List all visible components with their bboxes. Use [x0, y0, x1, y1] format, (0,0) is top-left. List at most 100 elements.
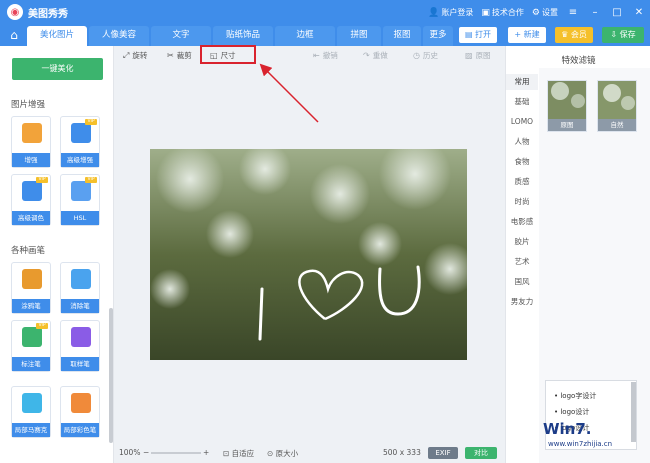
undo-button[interactable]: ⇤ 撤销 [313, 49, 338, 63]
user-icon: 👤 [428, 7, 440, 18]
filter-category[interactable]: 电影感 [506, 214, 538, 230]
tool-tile[interactable]: 增强 [11, 116, 51, 168]
tool-label: 标注笔 [12, 357, 50, 371]
crop-button[interactable]: ✂ 裁剪 [167, 49, 192, 63]
filter-category[interactable]: 人物 [506, 134, 538, 150]
history-label: 历史 [422, 51, 438, 60]
annotation-arrow [259, 63, 319, 123]
watermark-logo: Win7. [543, 420, 592, 438]
popup-item[interactable]: • logo设计 [554, 407, 589, 417]
save-button[interactable]: ⇩ 保存 [602, 27, 644, 43]
tab-frames[interactable]: 边框 [275, 26, 335, 46]
maximize-icon[interactable]: □ [610, 7, 624, 18]
sliders-icon [71, 181, 91, 201]
title-bar-right: 👤 账户登录 ▣ 技术合作 ⚙ 设置 ≡ – □ ✕ [428, 0, 646, 24]
zoom-out-icon[interactable]: − [143, 448, 149, 457]
new-button[interactable]: + 新建 [508, 27, 546, 43]
settings-link[interactable]: ⚙ 设置 [532, 7, 558, 18]
compare-button[interactable]: 对比 [465, 447, 497, 459]
filter-thumb-natural[interactable]: 自然 [597, 80, 637, 132]
title-bar: ◉ 美图秀秀 👤 账户登录 ▣ 技术合作 ⚙ 设置 ≡ – □ ✕ [0, 0, 650, 24]
scissors-icon: ✂ [167, 51, 174, 60]
vip-label: 会员 [570, 30, 587, 39]
history-button[interactable]: ◷ 历史 [413, 49, 438, 63]
minimize-icon[interactable]: – [588, 7, 602, 18]
one-click-beautify-button[interactable]: 一键美化 [12, 58, 103, 80]
filter-category[interactable]: 基础 [506, 94, 538, 110]
tool-tile[interactable]: VIP 标注笔 [11, 320, 51, 372]
left-sidebar: 一键美化 图片增强 各种画笔 增强 VIP 高级增强 VIP 高级调色 VIP HSL 涂鸦笔… [0, 46, 114, 463]
tab-cutout[interactable]: 抠图 [383, 26, 421, 46]
filter-thumb-image [548, 81, 586, 121]
zoom-level: 100% [119, 448, 141, 457]
filter-thumb-label: 原图 [548, 119, 586, 131]
filter-category[interactable]: 常用 [506, 74, 538, 90]
tool-tile[interactable]: 涂鸦笔 [11, 262, 51, 314]
close-icon[interactable]: ✕ [632, 7, 646, 18]
tool-tile[interactable]: VIP 高级增强 [60, 116, 100, 168]
redo-button[interactable]: ↷ 重做 [363, 49, 388, 63]
tool-tile[interactable]: 消除笔 [60, 262, 100, 314]
settings-label: 设置 [542, 7, 558, 17]
login-label: 账户登录 [441, 7, 474, 17]
watermark-site: www.win7zhijia.cn [548, 440, 613, 448]
partner-link[interactable]: ▣ 技术合作 [481, 7, 524, 18]
exif-button[interactable]: EXIF [428, 447, 458, 459]
tool-tile[interactable]: VIP HSL [60, 174, 100, 226]
app-logo-icon: ◉ [7, 4, 23, 20]
tab-portrait[interactable]: 人像美容 [89, 26, 149, 46]
marker-icon [22, 327, 42, 347]
filter-thumb-original[interactable]: 原图 [547, 80, 587, 132]
filter-category[interactable]: 男友力 [506, 294, 538, 310]
rotate-button[interactable]: ⤢ 旋转 [123, 49, 147, 63]
login-link[interactable]: 👤 账户登录 [428, 7, 473, 18]
fit-button[interactable]: ⊡ 自适应 [223, 448, 254, 459]
open-label: 打开 [475, 30, 492, 39]
original-label: 原图 [475, 51, 491, 60]
actual-size-button[interactable]: ⊙ 原大小 [267, 448, 298, 459]
popup-item[interactable]: • logo字设计 [554, 391, 596, 401]
zoom-slider[interactable] [151, 452, 201, 454]
vip-badge: VIP [36, 177, 48, 183]
tool-label: HSL [61, 211, 99, 225]
menu-icon[interactable]: ≡ [566, 7, 580, 18]
tool-tile[interactable]: 局部彩色笔 [60, 386, 100, 438]
partner-icon: ▣ [481, 7, 490, 18]
fit-label: 自适应 [231, 449, 255, 458]
tool-label: 局部马赛克 [12, 423, 50, 437]
open-button[interactable]: ▤ 打开 [459, 27, 497, 43]
redo-label: 重做 [372, 51, 388, 60]
filter-category[interactable]: 食物 [506, 154, 538, 170]
filter-category[interactable]: LOMO [506, 114, 538, 130]
tool-label: 高级增强 [61, 153, 99, 167]
main-nav: ⌂ 美化图片 人像美容 文字 贴纸饰品 边框 拼图 抠图 更多 ▤ 打开 + 新… [0, 24, 650, 46]
filter-category[interactable]: 时尚 [506, 194, 538, 210]
dropper-icon [71, 327, 91, 347]
filter-category[interactable]: 质感 [506, 174, 538, 190]
tab-beautify[interactable]: 美化图片 [27, 26, 87, 46]
image-dimensions: 500 x 333 [383, 448, 421, 457]
vip-button[interactable]: ♛ 会员 [555, 27, 593, 43]
filter-category[interactable]: 国风 [506, 274, 538, 290]
original-button[interactable]: ▨ 原图 [465, 49, 491, 63]
gear-icon: ⚙ [531, 7, 540, 18]
sidebar-scrollbar[interactable] [109, 308, 113, 443]
tool-tile[interactable]: 取样笔 [60, 320, 100, 372]
tool-tile[interactable]: VIP 高级调色 [11, 174, 51, 226]
filter-category[interactable]: 艺术 [506, 254, 538, 270]
home-icon[interactable]: ⌂ [3, 27, 25, 45]
popup-scrollbar[interactable] [631, 382, 636, 442]
zoom-in-icon[interactable]: + [203, 448, 209, 457]
rotate-icon: ⤢ [123, 51, 130, 60]
tab-collage[interactable]: 拼图 [337, 26, 381, 46]
tab-stickers[interactable]: 贴纸饰品 [213, 26, 273, 46]
app-title: 美图秀秀 [28, 8, 68, 20]
tool-label: 高级调色 [12, 211, 50, 225]
tab-more[interactable]: 更多 [423, 26, 453, 46]
undo-label: 撤销 [322, 51, 338, 60]
tab-text[interactable]: 文字 [151, 26, 211, 46]
photo-canvas[interactable] [150, 149, 467, 360]
filter-thumb-label: 自然 [598, 119, 636, 131]
tool-tile[interactable]: 局部马赛克 [11, 386, 51, 438]
filter-category[interactable]: 胶片 [506, 234, 538, 250]
